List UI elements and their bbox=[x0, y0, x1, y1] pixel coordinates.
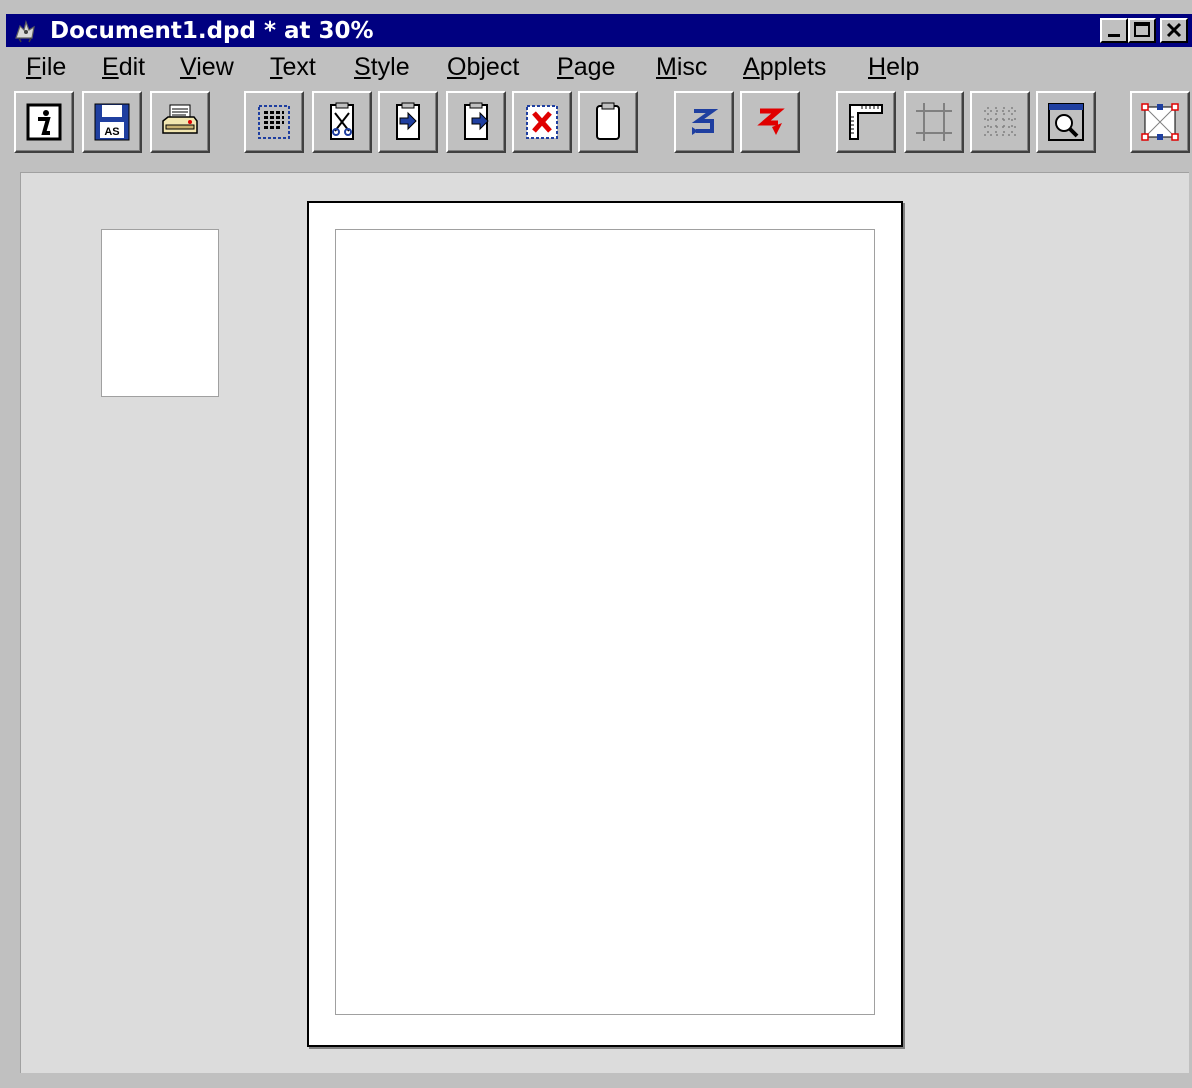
zoom-button[interactable] bbox=[1036, 91, 1096, 153]
svg-text:AS: AS bbox=[104, 126, 119, 138]
frame-button[interactable] bbox=[1130, 91, 1190, 153]
select-all-button[interactable] bbox=[244, 91, 304, 153]
minimize-button[interactable] bbox=[1100, 18, 1128, 43]
close-icon bbox=[1166, 22, 1182, 38]
menu-applets[interactable]: Applets bbox=[743, 50, 826, 84]
copy-button[interactable] bbox=[378, 91, 438, 153]
document-area bbox=[6, 160, 1192, 1088]
guides-icon bbox=[916, 103, 952, 141]
title-bar[interactable]: Document1.dpd * at 30% bbox=[6, 14, 1192, 47]
menu-style[interactable]: Style bbox=[354, 50, 410, 84]
maximize-button[interactable] bbox=[1128, 18, 1156, 43]
menu-edit[interactable]: Edit bbox=[102, 50, 145, 84]
redo-button[interactable] bbox=[740, 91, 800, 153]
grid-button[interactable] bbox=[970, 91, 1030, 153]
page-thumbnail[interactable] bbox=[101, 229, 219, 397]
copy-icon bbox=[396, 102, 420, 140]
rulers-button[interactable] bbox=[836, 91, 896, 153]
application-window: Document1.dpd * at 30% File Edit View Te… bbox=[0, 0, 1192, 1088]
menu-text[interactable]: Text bbox=[270, 50, 316, 84]
select-all-icon bbox=[258, 105, 290, 139]
undo-icon bbox=[691, 109, 719, 135]
pasteboard[interactable] bbox=[20, 172, 1189, 1073]
window-title: Document1.dpd * at 30% bbox=[50, 18, 374, 44]
delete-button[interactable] bbox=[512, 91, 572, 153]
menu-view[interactable]: View bbox=[180, 50, 234, 84]
goat-app-icon[interactable] bbox=[12, 18, 38, 44]
menu-help[interactable]: Help bbox=[868, 50, 919, 84]
menu-misc[interactable]: Misc bbox=[656, 50, 707, 84]
grid-icon bbox=[984, 107, 1016, 137]
menu-bar: File Edit View Text Style Object Page Mi… bbox=[6, 47, 1192, 87]
print-button[interactable] bbox=[150, 91, 210, 153]
close-button[interactable] bbox=[1160, 18, 1188, 43]
maximize-icon bbox=[1134, 22, 1150, 37]
cut-button[interactable] bbox=[312, 91, 372, 153]
info-icon bbox=[26, 103, 62, 141]
save-as-button[interactable]: AS bbox=[82, 91, 142, 153]
toolbar: AS bbox=[6, 88, 1192, 160]
paste-icon bbox=[464, 102, 489, 140]
document-page[interactable] bbox=[307, 201, 903, 1047]
paste-button[interactable] bbox=[446, 91, 506, 153]
menu-file[interactable]: File bbox=[26, 50, 66, 84]
delete-icon bbox=[526, 105, 558, 139]
guides-button[interactable] bbox=[904, 91, 964, 153]
print-icon bbox=[162, 104, 198, 134]
clipboard-button[interactable] bbox=[578, 91, 638, 153]
zoom-icon bbox=[1048, 103, 1084, 141]
minimize-icon bbox=[1108, 34, 1120, 37]
save-as-icon: AS bbox=[94, 103, 130, 141]
cut-icon bbox=[330, 102, 354, 140]
frame-icon bbox=[1141, 103, 1179, 141]
undo-button[interactable] bbox=[674, 91, 734, 153]
rulers-icon bbox=[849, 104, 883, 140]
page-margin-guide bbox=[335, 229, 875, 1015]
clipboard-icon bbox=[596, 102, 620, 140]
menu-page[interactable]: Page bbox=[557, 50, 615, 84]
menu-object[interactable]: Object bbox=[447, 50, 519, 84]
redo-icon bbox=[757, 108, 785, 135]
info-button[interactable] bbox=[14, 91, 74, 153]
